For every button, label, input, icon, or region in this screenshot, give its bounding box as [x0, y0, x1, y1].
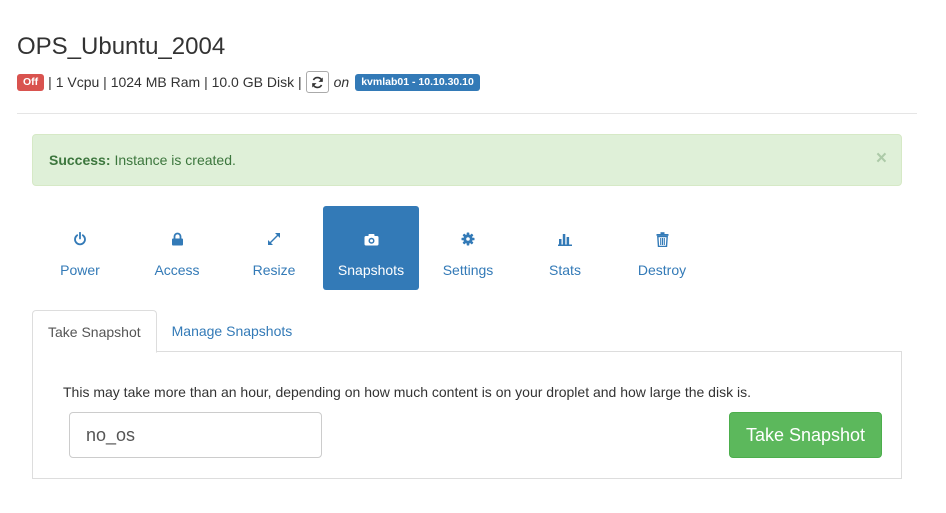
- power-icon: [73, 231, 87, 247]
- header-divider: [17, 113, 917, 114]
- camera-icon: [364, 231, 379, 247]
- action-settings-label: Settings: [442, 262, 494, 278]
- action-stats[interactable]: Stats: [517, 206, 613, 290]
- tab-take-snapshot[interactable]: Take Snapshot: [32, 310, 157, 353]
- action-snapshots[interactable]: Snapshots: [323, 206, 419, 290]
- action-bar: Power Access Resize Snapshots Settings S…: [32, 206, 711, 290]
- action-stats-label: Stats: [549, 262, 581, 278]
- alert-strong: Success:: [49, 152, 111, 168]
- action-power-label: Power: [60, 262, 100, 278]
- tab-manage-snapshots[interactable]: Manage Snapshots: [157, 310, 308, 352]
- on-text: on: [333, 74, 350, 90]
- alert-close-button[interactable]: ×: [876, 149, 887, 169]
- action-settings[interactable]: Settings: [420, 206, 516, 290]
- snapshot-panel: This may take more than an hour, dependi…: [32, 351, 902, 479]
- take-snapshot-button[interactable]: Take Snapshot: [729, 412, 882, 458]
- bar-chart-icon: [558, 231, 572, 247]
- snapshot-tabs: Take Snapshot Manage Snapshots: [32, 310, 902, 353]
- status-badge: Off: [17, 73, 45, 91]
- action-power[interactable]: Power: [32, 206, 128, 290]
- refresh-button[interactable]: [305, 71, 329, 93]
- snapshot-description: This may take more than an hour, dependi…: [63, 384, 751, 400]
- trash-icon: [656, 231, 669, 247]
- action-resize-label: Resize: [252, 262, 296, 278]
- action-destroy-label: Destroy: [637, 262, 687, 278]
- action-snapshots-label: Snapshots: [337, 262, 405, 278]
- action-access[interactable]: Access: [129, 206, 225, 290]
- specs-text: | 1 Vcpu | 1024 MB Ram | 10.0 GB Disk |: [48, 74, 302, 90]
- host-badge: kvmlab01 - 10.10.30.10: [355, 73, 480, 91]
- refresh-icon: [311, 76, 323, 88]
- gear-icon: [461, 231, 475, 247]
- action-destroy[interactable]: Destroy: [614, 206, 710, 290]
- server-specs: Off | 1 Vcpu | 1024 MB Ram | 10.0 GB Dis…: [17, 71, 480, 93]
- lock-icon: [171, 231, 184, 247]
- alert-message: Instance is created.: [114, 152, 236, 168]
- page-title: OPS_Ubuntu_2004: [17, 33, 226, 60]
- resize-icon: [267, 231, 281, 247]
- success-alert: Success: Instance is created. ×: [32, 134, 902, 186]
- action-resize[interactable]: Resize: [226, 206, 322, 290]
- action-access-label: Access: [154, 262, 200, 278]
- snapshot-name-input[interactable]: [69, 412, 322, 458]
